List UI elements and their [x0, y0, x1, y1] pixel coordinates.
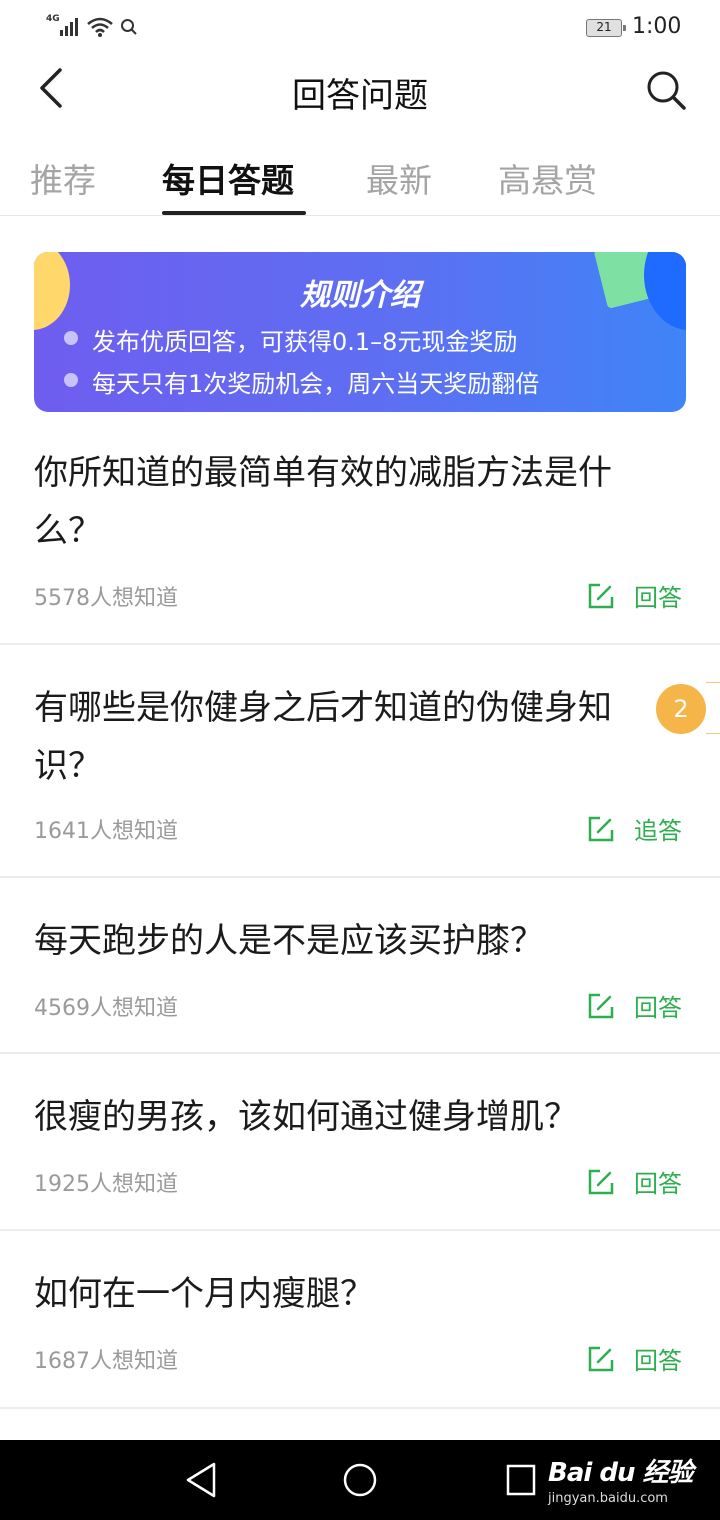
- baidu-jingyan-watermark: Bai du 经验 jingyan.baidu.com: [548, 1452, 693, 1506]
- rule-item: 发布优质回答，可获得0.1–8元现金奖励: [64, 322, 518, 357]
- screen: 4G 21 1:00 回答问题 推荐 每日答题 最新 高悬赏 规则介绍 发布优质…: [0, 0, 720, 1520]
- followers-count: 1687人想知道: [34, 1349, 178, 1374]
- tab-daily-answer[interactable]: 每日答题: [162, 154, 294, 202]
- question-item[interactable]: 有哪些是你健身之后才知道的伪健身知识？ 1641人想知道 追答: [0, 645, 720, 878]
- tab-latest[interactable]: 最新: [366, 154, 432, 202]
- banner-title: 规则介绍: [300, 278, 420, 313]
- answer-button[interactable]: 回答: [588, 1164, 682, 1199]
- edit-icon: [588, 993, 614, 1018]
- bullet-dot: [64, 373, 78, 387]
- answer-button[interactable]: 回答: [588, 578, 682, 613]
- bullet-dot: [64, 331, 78, 345]
- answer-label: 回答: [634, 584, 682, 612]
- question-item[interactable]: 如何在一个月内瘦腿？ 1687人想知道 回答: [0, 1231, 720, 1409]
- followers-count: 5578人想知道: [34, 586, 178, 611]
- rule-item: 每天只有1次奖励机会，周六当天奖励翻倍: [64, 364, 540, 399]
- edit-icon: [588, 583, 614, 608]
- wifi-icon: [87, 17, 113, 37]
- followers-count: 1925人想知道: [34, 1172, 178, 1197]
- tab-high-reward[interactable]: 高悬赏: [498, 154, 597, 202]
- back-arrow-icon[interactable]: [30, 66, 74, 110]
- edit-icon: [588, 816, 614, 841]
- watermark-url: jingyan.baidu.com: [548, 1491, 668, 1506]
- question-title[interactable]: 每天跑步的人是不是应该买护膝？: [34, 912, 664, 970]
- question-title[interactable]: 你所知道的最简单有效的减脂方法是什么？: [34, 444, 664, 560]
- status-search-icon: [121, 19, 137, 35]
- nav-home-icon[interactable]: [342, 1460, 378, 1500]
- floating-badge[interactable]: 2: [656, 684, 706, 734]
- answer-button[interactable]: 回答: [588, 988, 682, 1023]
- question-item[interactable]: 很瘦的男孩，该如何通过健身增肌？ 1925人想知道 回答: [0, 1054, 720, 1231]
- question-item[interactable]: 你所知道的最简单有效的减脂方法是什么？ 5578人想知道 回答: [0, 412, 720, 645]
- question-item[interactable]: 每天跑步的人是不是应该买护膝？ 4569人想知道 回答: [0, 878, 720, 1054]
- answer-button[interactable]: 回答: [588, 1341, 682, 1376]
- question-title[interactable]: 有哪些是你健身之后才知道的伪健身知识？: [34, 679, 664, 795]
- question-title[interactable]: 很瘦的男孩，该如何通过健身增肌？: [34, 1088, 664, 1146]
- search-icon[interactable]: [644, 68, 688, 112]
- answer-label: 回答: [634, 1170, 682, 1198]
- nav-back-icon[interactable]: [184, 1460, 218, 1500]
- watermark-logo: Bai du 经验: [548, 1458, 693, 1488]
- answer-label: 回答: [634, 1347, 682, 1375]
- rules-banner[interactable]: 规则介绍 发布优质回答，可获得0.1–8元现金奖励 每天只有1次奖励机会，周六当…: [34, 252, 686, 412]
- question-title[interactable]: 如何在一个月内瘦腿？: [34, 1265, 664, 1323]
- edit-icon: [588, 1169, 614, 1194]
- floating-badge-tab: [706, 682, 720, 734]
- top-app-bar: 回答问题: [0, 56, 720, 126]
- battery-indicator: 21: [586, 19, 626, 37]
- status-time: 1:00: [632, 14, 682, 39]
- answer-label: 回答: [634, 994, 682, 1022]
- active-tab-indicator: [162, 211, 306, 215]
- edit-icon: [588, 1346, 614, 1371]
- page-title: 回答问题: [292, 76, 428, 116]
- rule-text: 发布优质回答，可获得0.1–8元现金奖励: [92, 328, 518, 356]
- answer-label: 追答: [634, 817, 682, 845]
- rule-text: 每天只有1次奖励机会，周六当天奖励翻倍: [92, 370, 540, 398]
- nav-recents-icon[interactable]: [504, 1460, 538, 1500]
- status-bar: 4G 21 1:00: [0, 0, 720, 56]
- signal-icon: [60, 18, 78, 36]
- followers-count: 4569人想知道: [34, 996, 178, 1021]
- tab-bar: 推荐 每日答题 最新 高悬赏: [0, 140, 720, 216]
- followers-count: 1641人想知道: [34, 819, 178, 844]
- follow-up-answer-button[interactable]: 追答: [588, 811, 682, 846]
- tab-recommend[interactable]: 推荐: [30, 154, 96, 202]
- system-nav-bar: Bai du 经验 jingyan.baidu.com: [0, 1440, 720, 1520]
